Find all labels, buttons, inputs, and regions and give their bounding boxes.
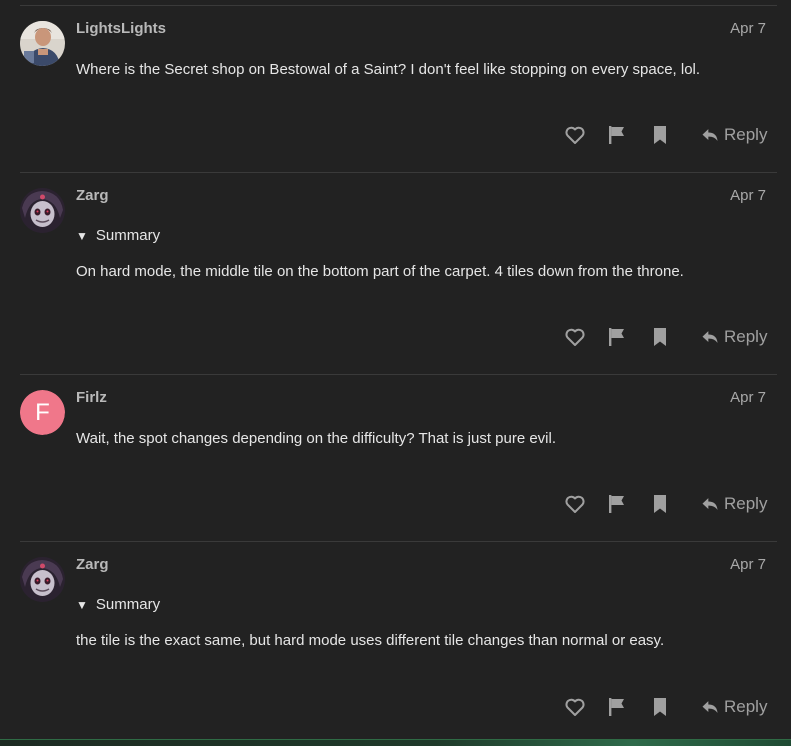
- reply-label: Reply: [724, 327, 768, 346]
- reply-button[interactable]: Reply: [700, 325, 767, 349]
- character-face-icon: [20, 188, 65, 233]
- post-date[interactable]: Apr 7: [730, 556, 766, 574]
- summary-label: Summary: [95, 227, 161, 244]
- post-username[interactable]: Zarg: [76, 187, 109, 205]
- reply-button[interactable]: Reply: [700, 123, 767, 147]
- post-body: Wait, the spot changes depending on the …: [76, 430, 557, 447]
- heart-icon[interactable]: [563, 325, 587, 349]
- avatar[interactable]: [20, 188, 65, 233]
- divider: [20, 5, 777, 6]
- triangle-down-icon: ▼: [76, 598, 88, 612]
- taskbar-edge: [0, 740, 791, 746]
- bookmark-icon[interactable]: [648, 492, 672, 516]
- flag-icon[interactable]: [605, 325, 629, 349]
- post-body: the tile is the exact same, but hard mod…: [76, 632, 665, 649]
- reply-button[interactable]: Reply: [700, 695, 767, 719]
- avatar[interactable]: [20, 21, 65, 66]
- reply-label: Reply: [724, 125, 768, 144]
- divider: [20, 374, 777, 375]
- flag-icon[interactable]: [605, 492, 629, 516]
- post-actions: Reply: [560, 123, 770, 147]
- avatar[interactable]: [20, 557, 65, 602]
- reply-button[interactable]: Reply: [700, 492, 767, 516]
- summary-toggle[interactable]: ▼ Summary: [76, 596, 160, 614]
- avatar[interactable]: F: [20, 390, 65, 435]
- divider: [20, 541, 777, 542]
- post-actions: Reply: [560, 492, 770, 516]
- heart-icon[interactable]: [563, 695, 587, 719]
- triangle-down-icon: ▼: [76, 229, 88, 243]
- bookmark-icon[interactable]: [648, 695, 672, 719]
- reply-label: Reply: [724, 697, 768, 716]
- post-date[interactable]: Apr 7: [730, 187, 766, 205]
- post-actions: Reply: [560, 325, 770, 349]
- post-username[interactable]: Zarg: [76, 556, 109, 574]
- post-body: Where is the Secret shop on Bestowal of …: [76, 61, 701, 78]
- reply-arrow-icon: [702, 498, 718, 510]
- summary-label: Summary: [95, 596, 161, 613]
- post-date[interactable]: Apr 7: [730, 389, 766, 407]
- character-face-icon: [20, 557, 65, 602]
- reply-arrow-icon: [702, 331, 718, 343]
- reply-arrow-icon: [702, 129, 718, 141]
- post-username[interactable]: Firlz: [76, 389, 107, 407]
- bookmark-icon[interactable]: [648, 123, 672, 147]
- bookmark-icon[interactable]: [648, 325, 672, 349]
- flag-icon[interactable]: [605, 695, 629, 719]
- post-actions: Reply: [560, 695, 770, 719]
- heart-icon[interactable]: [563, 123, 587, 147]
- heart-icon[interactable]: [563, 492, 587, 516]
- post-date[interactable]: Apr 7: [730, 20, 766, 38]
- letter-avatar: F: [20, 390, 65, 435]
- reply-label: Reply: [724, 494, 768, 513]
- user-photo-icon: [20, 21, 65, 66]
- post-username[interactable]: LightsLights: [76, 20, 166, 38]
- topic-thread: LightsLights Apr 7 Where is the Secret s…: [0, 0, 791, 746]
- divider: [20, 172, 777, 173]
- summary-toggle[interactable]: ▼ Summary: [76, 227, 160, 245]
- flag-icon[interactable]: [605, 123, 629, 147]
- reply-arrow-icon: [702, 701, 718, 713]
- post-body: On hard mode, the middle tile on the bot…: [76, 263, 684, 280]
